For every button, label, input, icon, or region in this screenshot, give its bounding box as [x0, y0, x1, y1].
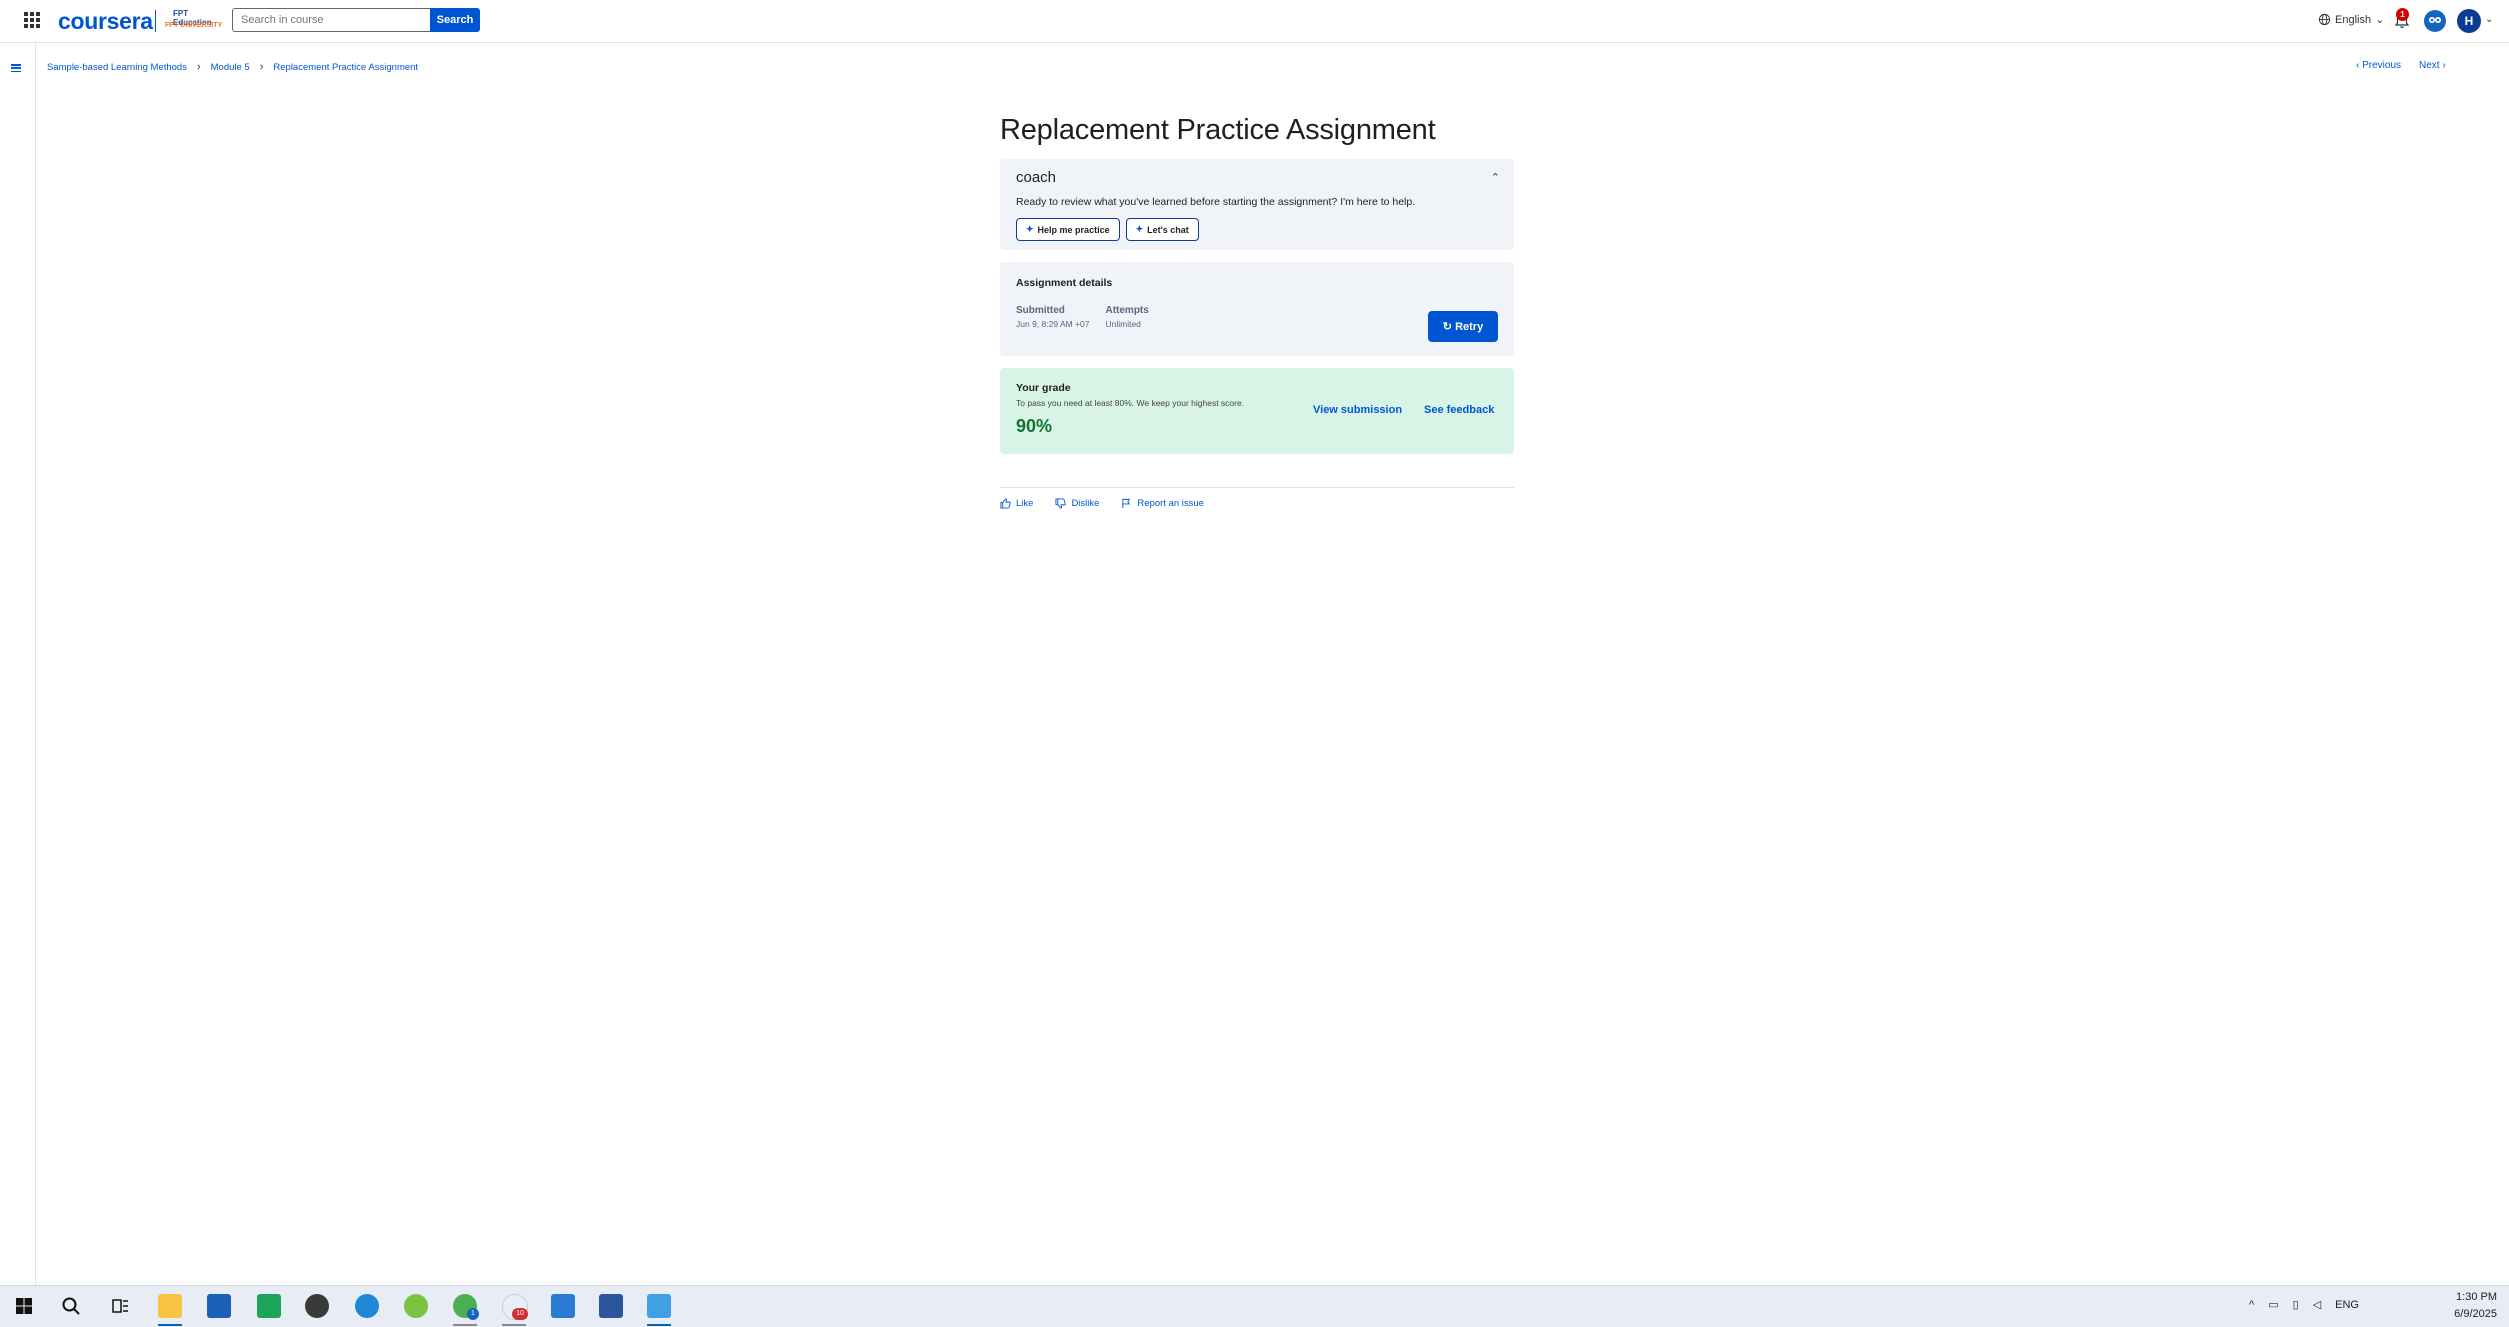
coach-card: coach ⌃ Ready to review what you've lear… [1000, 159, 1514, 250]
dislike-button[interactable]: Dislike [1055, 498, 1099, 509]
assignment-details-title: Assignment details [1016, 277, 1113, 289]
paint-app-icon[interactable] [647, 1294, 671, 1318]
word-icon[interactable] [599, 1294, 623, 1318]
lets-chat-button[interactable]: ✦ Let's chat [1125, 218, 1199, 241]
task-view-icon[interactable] [108, 1294, 132, 1318]
clock-date: 6/9/2025 [2454, 1308, 2497, 1320]
thumbs-down-icon [1055, 498, 1067, 509]
breadcrumb: Sample-based Learning Methods › Module 5… [47, 61, 418, 73]
search-icon[interactable] [59, 1294, 83, 1318]
edge-icon[interactable] [355, 1294, 379, 1318]
battery-icon[interactable]: ▯ [2293, 1298, 2299, 1311]
thumbs-up-icon [1000, 498, 1011, 509]
sparkle-icon: ✦ [1026, 224, 1034, 234]
user-avatar[interactable]: H [2457, 9, 2481, 33]
chrome-badge: 10 [512, 1308, 528, 1320]
attempts-label: Attempts [1105, 305, 1149, 316]
system-tray: ^ ▭ ▯ ◁ ENG [2249, 1298, 2359, 1312]
menu-icon[interactable] [11, 64, 21, 72]
vpn-app-badge: 1 [467, 1308, 479, 1320]
next-link[interactable]: Next › [2419, 60, 2446, 71]
grade-card: Your grade To pass you need at least 80%… [1000, 368, 1514, 454]
retry-label: Retry [1455, 321, 1484, 333]
coach-avatar-icon[interactable] [2424, 10, 2446, 32]
coursera-logo[interactable]: coursera [58, 8, 153, 35]
view-submission-link[interactable]: View submission [1313, 404, 1402, 416]
help-me-practice-button[interactable]: ✦ Help me practice [1016, 218, 1120, 241]
dislike-label: Dislike [1071, 498, 1100, 509]
search-button[interactable]: Search [430, 8, 480, 32]
feedback-bar: Like Dislike Report an issue [1000, 498, 1514, 509]
attempts-value: Unlimited [1105, 319, 1141, 329]
left-sidebar [0, 43, 36, 1285]
coach-title: coach [1016, 169, 1057, 186]
grade-title: Your grade [1016, 382, 1071, 394]
breadcrumb-course[interactable]: Sample-based Learning Methods [47, 62, 187, 73]
submitted-value: Jun 9, 8:29 AM +07 [1016, 319, 1090, 329]
chevron-right-icon: › [196, 61, 201, 73]
alienware-icon[interactable] [305, 1294, 329, 1318]
green-app-icon[interactable] [404, 1294, 428, 1318]
like-button[interactable]: Like [1000, 498, 1033, 509]
like-label: Like [1016, 498, 1034, 509]
logo-divider [155, 10, 156, 32]
submitted-block: Submitted Jun 9, 8:29 AM +07 [1016, 305, 1089, 329]
language-selector[interactable]: English ⌄ [2318, 13, 2384, 26]
flag-icon [1122, 498, 1131, 509]
chevron-up-icon[interactable]: ^ [2249, 1299, 2254, 1311]
university-logo-bottom: FPT UNIVERSITY [165, 22, 223, 29]
refresh-icon: ↻ [1442, 321, 1453, 333]
clock-time: 1:30 PM [2456, 1291, 2497, 1303]
apps-grid-icon[interactable] [24, 12, 40, 28]
submitted-label: Submitted [1016, 305, 1065, 316]
previous-link[interactable]: ‹ Previous [2356, 60, 2401, 71]
language-label: English [2335, 13, 2372, 26]
grade-value: 90% [1016, 416, 1053, 436]
attempts-block: Attempts Unlimited [1105, 305, 1148, 329]
clock[interactable]: 1:30 PM 6/9/2025 [2454, 1289, 2497, 1323]
top-nav-bar: coursera FPT Education FPT UNIVERSITY Se… [0, 0, 2509, 43]
file-explorer-icon[interactable] [158, 1294, 182, 1318]
report-issue-label: Report an issue [1137, 498, 1204, 509]
coach-message: Ready to review what you've learned befo… [1016, 196, 1416, 208]
page-title: Replacement Practice Assignment [1000, 114, 1436, 146]
retry-button[interactable]: ↻ Retry [1428, 311, 1498, 342]
assignment-meta: Submitted Jun 9, 8:29 AM +07 Attempts Un… [1016, 305, 1498, 329]
breadcrumb-current[interactable]: Replacement Practice Assignment [273, 62, 418, 73]
globe-icon [2318, 13, 2331, 26]
chevron-up-icon[interactable]: ⌃ [1491, 171, 1500, 184]
item-navigation: ‹ Previous Next › [2356, 60, 2446, 71]
chevron-right-icon: › [259, 61, 264, 73]
notification-badge: 1 [2396, 8, 2409, 21]
chat-app-icon[interactable] [257, 1294, 281, 1318]
main-content: Replacement Practice Assignment coach ⌃ … [1000, 110, 1514, 509]
next-label: Next [2419, 60, 2440, 71]
assignment-details-card: Assignment details Submitted Jun 9, 8:29… [1000, 262, 1514, 356]
report-issue-button[interactable]: Report an issue [1121, 498, 1204, 509]
lets-chat-label: Let's chat [1147, 224, 1189, 235]
see-feedback-link[interactable]: See feedback [1424, 404, 1494, 416]
chevron-down-icon: ⌄ [2375, 14, 2385, 26]
sparkle-icon: ✦ [1135, 224, 1144, 234]
breadcrumb-module[interactable]: Module 5 [211, 62, 250, 73]
coach-actions: ✦ Help me practice ✦ Let's chat [1016, 218, 1498, 241]
divider [1000, 487, 1514, 488]
os-taskbar: 1 10 ^ ▭ ▯ ◁ ENG 1:30 PM 6/9/2025 [0, 1285, 2509, 1327]
windows-start-icon[interactable] [12, 1294, 36, 1318]
university-logo[interactable]: FPT Education FPT UNIVERSITY [165, 7, 223, 33]
vscode-icon[interactable] [551, 1294, 575, 1318]
network-icon[interactable]: ▭ [2268, 1298, 2278, 1311]
store-icon[interactable] [207, 1294, 231, 1318]
previous-label: Previous [2362, 60, 2402, 71]
help-me-practice-label: Help me practice [1037, 224, 1110, 235]
input-language[interactable]: ENG [2335, 1299, 2359, 1311]
search-input[interactable] [232, 8, 430, 32]
volume-icon[interactable]: ◁ [2313, 1298, 2321, 1311]
chevron-down-icon[interactable]: ⌄ [2485, 14, 2493, 25]
